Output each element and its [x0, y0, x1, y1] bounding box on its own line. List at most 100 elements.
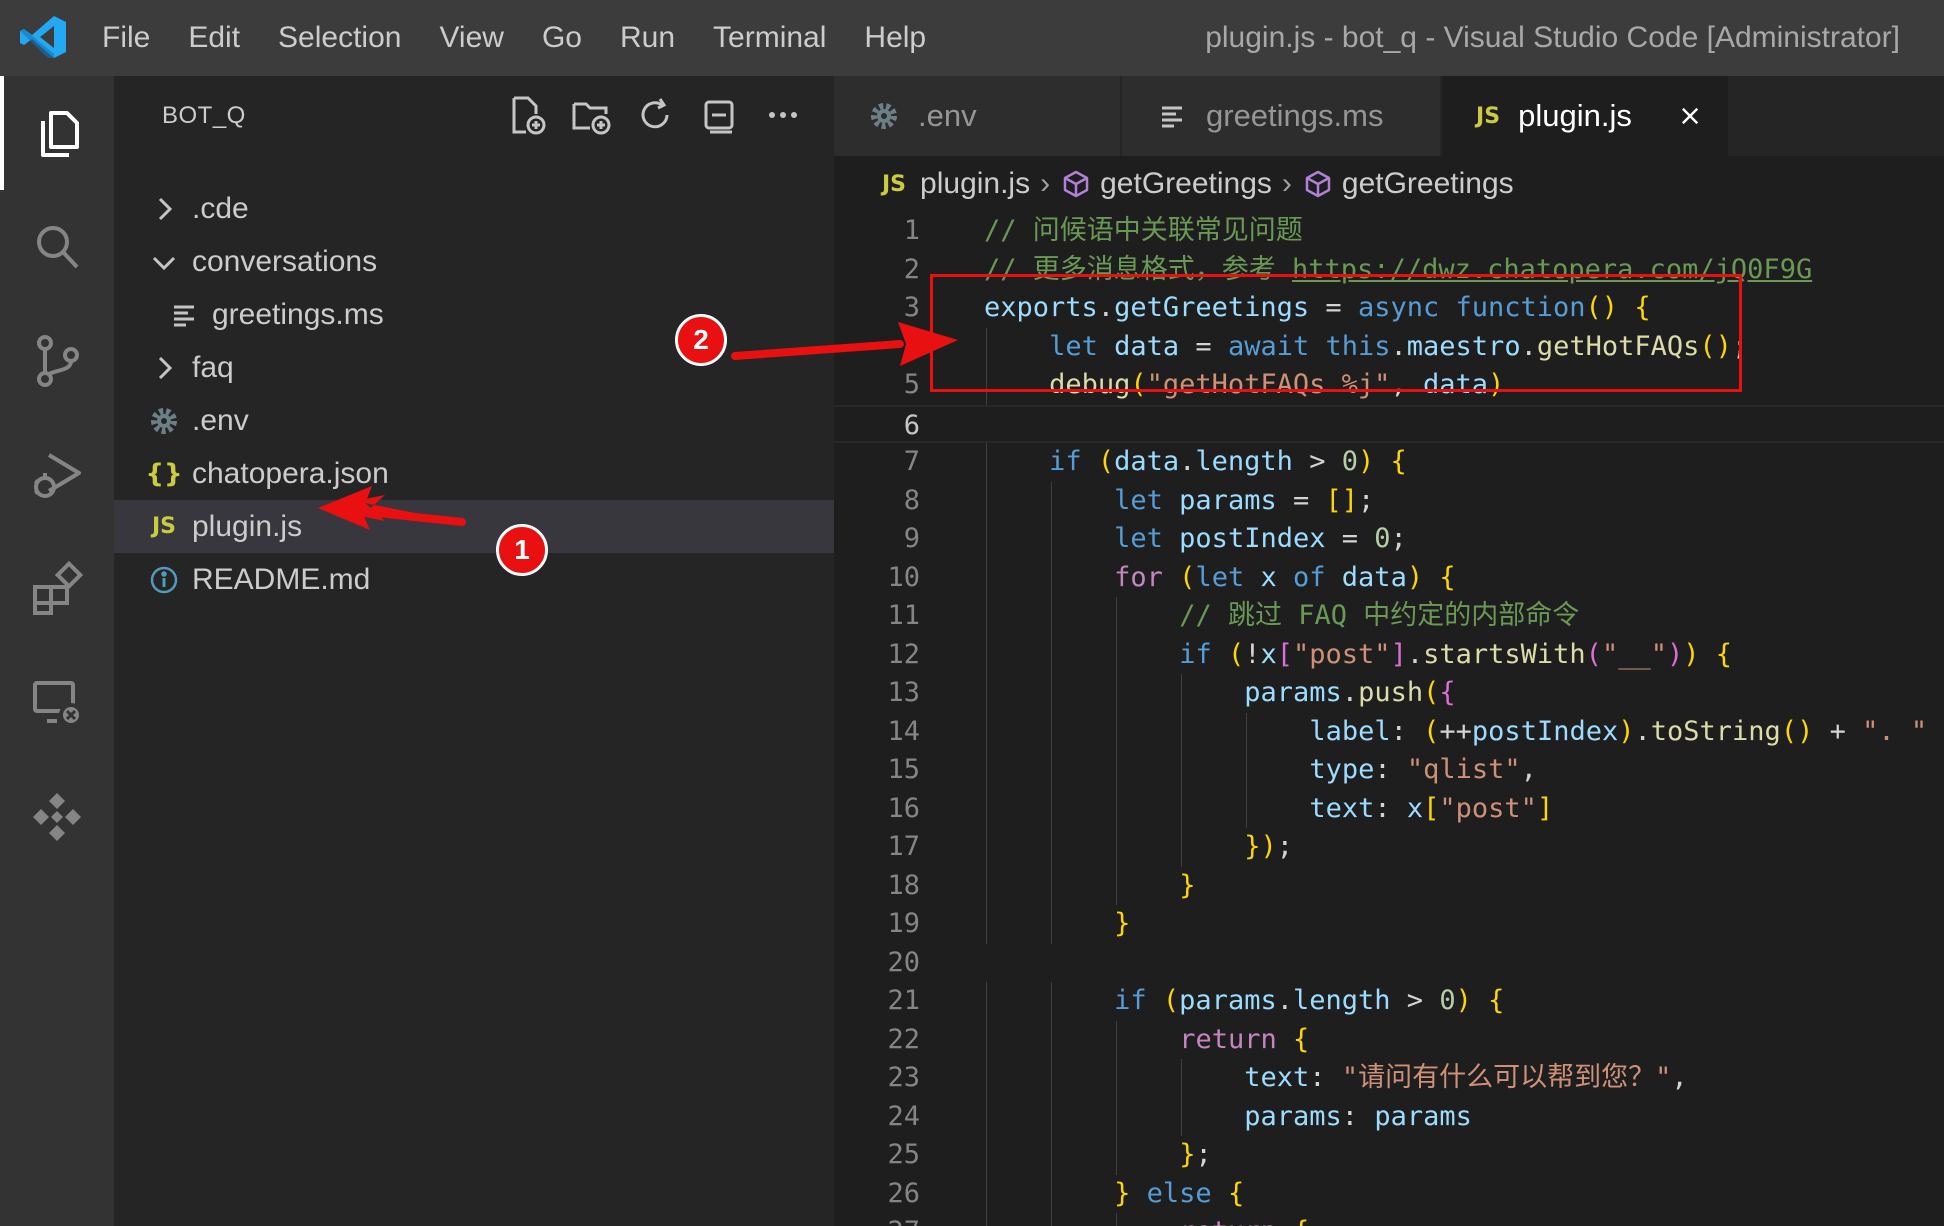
code-line[interactable]: 19 }	[834, 905, 1944, 944]
breadcrumb-symbol[interactable]: getGreetings	[1100, 167, 1272, 201]
collapse-all-button[interactable]	[698, 94, 740, 136]
indent-guide	[1246, 712, 1247, 751]
code-line[interactable]: 2 // 更多消息格式，参考 https://dwz.chatopera.com/…	[834, 251, 1944, 290]
close-icon[interactable]	[1678, 101, 1702, 131]
tree-item-label: .cde	[192, 191, 249, 225]
indent-guide	[1051, 520, 1052, 559]
code-line[interactable]: 25 };	[834, 1136, 1944, 1175]
tree-item-chatopera-json[interactable]: {} chatopera.json	[114, 447, 834, 500]
remote-explorer-icon	[33, 681, 83, 727]
code-text: label: (++postIndex).toString() + ". " +	[1309, 715, 1944, 747]
code-line[interactable]: 14 label: (++postIndex).toString() + ". …	[834, 712, 1944, 751]
tab-bar: .env greetings.ms JS plugin.js	[834, 76, 1944, 156]
code-line[interactable]: 26 } else {	[834, 1174, 1944, 1213]
menu-selection[interactable]: Selection	[259, 21, 420, 55]
new-file-button[interactable]	[506, 94, 548, 136]
code-text: let postIndex = 0;	[1114, 523, 1407, 554]
activity-explorer[interactable]	[0, 76, 114, 190]
code-line[interactable]: 7 if (data.length > 0) {	[834, 443, 1944, 482]
indent-guide	[1051, 1174, 1052, 1213]
activity-source-control[interactable]	[0, 304, 114, 418]
indent-guide	[986, 866, 987, 905]
activity-run-debug[interactable]	[0, 418, 114, 532]
code-line[interactable]: 23 text: "请问有什么可以帮到您？",	[834, 1059, 1944, 1098]
code-line[interactable]: 16 text: x["post"]	[834, 789, 1944, 828]
code-line[interactable]: 12 if (!x["post"].startsWith("__")) {	[834, 635, 1944, 674]
menu-terminal[interactable]: Terminal	[694, 21, 845, 55]
activity-remote-explorer[interactable]	[0, 646, 114, 760]
menu-help[interactable]: Help	[845, 21, 945, 55]
tab-greetings[interactable]: greetings.ms	[1122, 76, 1440, 156]
code-line[interactable]: 22 return {	[834, 1020, 1944, 1059]
code-line[interactable]: 8 let params = [];	[834, 481, 1944, 520]
tree-item-conversations[interactable]: conversations	[114, 235, 834, 288]
menu-view[interactable]: View	[420, 21, 522, 55]
tree-item-plugin-js[interactable]: JS plugin.js	[114, 500, 834, 553]
braces-glyph: {}	[145, 458, 183, 489]
menu-file[interactable]: File	[84, 21, 169, 55]
code-line[interactable]: 9 let postIndex = 0;	[834, 520, 1944, 559]
code-line[interactable]: 27 return {	[834, 1213, 1944, 1226]
indent-guide	[1116, 1059, 1117, 1098]
explorer-title: BOT_Q	[162, 102, 246, 129]
code-line[interactable]: 5 debug("getHotFAQs %j", data)	[834, 366, 1944, 405]
code-line[interactable]: 18 }	[834, 866, 1944, 905]
new-folder-button[interactable]	[570, 94, 612, 136]
activity-bar	[0, 76, 114, 1226]
code-line[interactable]: 10 for (let x of data) {	[834, 558, 1944, 597]
js-icon: JS	[882, 171, 907, 197]
tree-item-env[interactable]: .env	[114, 394, 834, 447]
activity-chatopera[interactable]	[0, 760, 114, 874]
indent-guide	[1051, 751, 1052, 790]
code-line[interactable]: 15 type: "qlist",	[834, 751, 1944, 790]
editor-area: .env greetings.ms JS plugin.js JS plugin…	[834, 76, 1944, 1226]
chevron-right-icon: ›	[1281, 167, 1292, 200]
code-line[interactable]: 4 let data = await this.maestro.getHotFA…	[834, 327, 1944, 366]
code-line[interactable]: 20	[834, 944, 1944, 983]
activity-search[interactable]	[0, 190, 114, 304]
indent-guide	[1116, 828, 1117, 867]
tree-item-label: README.md	[192, 562, 371, 596]
code-line[interactable]: 13 params.push({	[834, 674, 1944, 713]
breadcrumb-symbol[interactable]: getGreetings	[1342, 167, 1514, 201]
activity-extensions[interactable]	[0, 532, 114, 646]
indent-guide	[986, 481, 987, 520]
more-actions-button[interactable]	[762, 94, 804, 136]
indent-guide	[1181, 789, 1182, 828]
tree-item-label: conversations	[192, 244, 378, 278]
line-number: 8	[903, 484, 920, 516]
indent-guide	[1116, 789, 1117, 828]
breadcrumb-file[interactable]: plugin.js	[920, 167, 1030, 201]
menu-edit[interactable]: Edit	[169, 21, 259, 55]
code-line[interactable]: 1 // 问候语中关联常见问题	[834, 212, 1944, 251]
chevron-right-icon	[144, 189, 184, 229]
tab-plugin-js[interactable]: JS plugin.js	[1442, 76, 1728, 156]
code-line[interactable]: 21 if (params.length > 0) {	[834, 982, 1944, 1021]
tree-item-cde[interactable]: .cde	[114, 182, 834, 235]
lines-icon	[1152, 100, 1192, 132]
indent-guide	[1181, 674, 1182, 713]
code-line[interactable]: 6	[834, 404, 1944, 443]
tree-item-faq[interactable]: faq	[114, 341, 834, 394]
indent-guide	[986, 905, 987, 944]
tree-item-label: greetings.ms	[212, 297, 384, 331]
code-text: if (data.length > 0) {	[1049, 446, 1407, 477]
refresh-button[interactable]	[634, 94, 676, 136]
tab-label: plugin.js	[1518, 98, 1632, 133]
vscode-logo-icon	[20, 16, 66, 58]
code-text: debug("getHotFAQs %j", data)	[1049, 369, 1505, 400]
code-line[interactable]: 3 exports.getGreetings = async function()…	[834, 289, 1944, 328]
menu-go[interactable]: Go	[523, 21, 601, 55]
indent-guide	[986, 1059, 987, 1098]
code-line[interactable]: 17 });	[834, 828, 1944, 867]
menu-run[interactable]: Run	[601, 21, 694, 55]
indent-guide	[1051, 789, 1052, 828]
indent-guide	[1051, 481, 1052, 520]
new-folder-icon	[572, 102, 611, 135]
code-text: text: "请问有什么可以帮到您？",	[1244, 1062, 1688, 1093]
tab-env[interactable]: .env	[834, 76, 1120, 156]
code-line[interactable]: 11 // 跳过 FAQ 中约定的内部命令	[834, 597, 1944, 636]
tree-item-greetings[interactable]: greetings.ms	[114, 288, 834, 341]
tree-item-readme[interactable]: README.md	[114, 553, 834, 606]
code-line[interactable]: 24 params: params	[834, 1097, 1944, 1136]
